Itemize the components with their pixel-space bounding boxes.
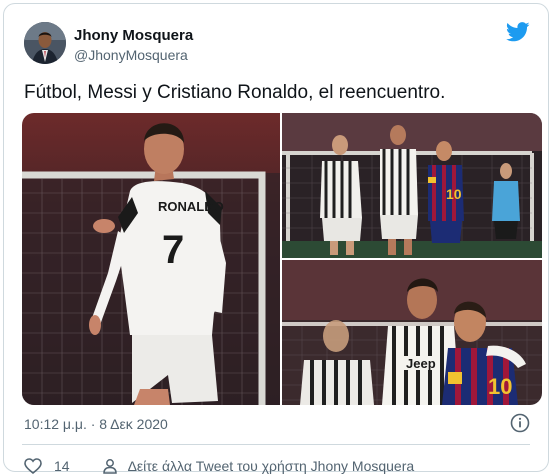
- photo-handshake-wide[interactable]: 10: [282, 113, 542, 258]
- author-handle[interactable]: @JhonyMosquera: [74, 46, 193, 64]
- person-icon: [102, 459, 117, 474]
- more-tweets-label: Δείτε άλλα Tweet του χρήστη Jhony Mosque…: [127, 458, 415, 474]
- photo-embrace-close[interactable]: Jeep 10: [282, 260, 542, 405]
- tweet-text: Fútbol, Messi y Cristiano Ronaldo, el re…: [24, 82, 446, 103]
- photo-grid: RONALDO 7 10 Jeep 10: [22, 113, 542, 405]
- author-block[interactable]: Jhony Mosquera @JhonyMosquera: [74, 27, 193, 64]
- messi-number: 10: [488, 374, 512, 399]
- like-button[interactable]: 14: [24, 458, 70, 474]
- jersey-number: 7: [162, 228, 184, 272]
- author-avatar[interactable]: [24, 22, 66, 64]
- tweet-timestamp[interactable]: 10:12 μ.μ. · 8 Δεκ 2020: [24, 416, 168, 432]
- twitter-bird-icon[interactable]: [505, 22, 530, 42]
- author-name[interactable]: Jhony Mosquera: [74, 27, 193, 45]
- photo-ronaldo-back[interactable]: RONALDO 7: [22, 113, 280, 405]
- tweet-card: Jhony Mosquera @JhonyMosquera Fútbol, Me…: [3, 3, 549, 474]
- heart-icon: [24, 458, 42, 474]
- sponsor-logo: Jeep: [406, 356, 436, 371]
- action-bar: 14 Δείτε άλλα Tweet του χρήστη Jhony Mos…: [24, 456, 414, 476]
- more-tweets-link[interactable]: Δείτε άλλα Tweet του χρήστη Jhony Mosque…: [102, 458, 415, 474]
- messi-number-small: 10: [446, 186, 462, 202]
- like-count: 14: [54, 458, 70, 474]
- jersey-name: RONALDO: [158, 199, 224, 214]
- footer-divider: [22, 444, 530, 445]
- info-icon[interactable]: [510, 413, 530, 433]
